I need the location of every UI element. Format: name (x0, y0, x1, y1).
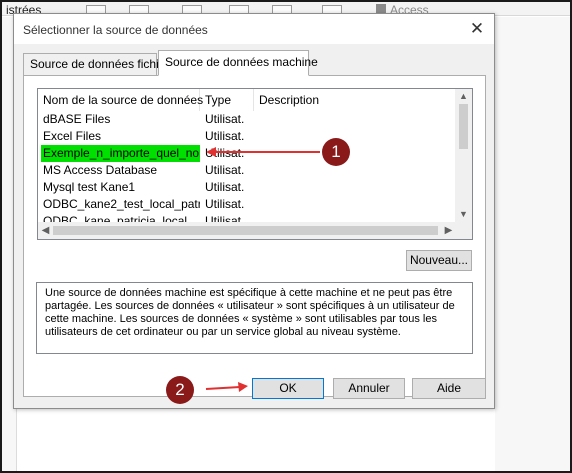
arrow-1-icon (206, 147, 320, 157)
arrow-2-icon (205, 382, 248, 392)
annotation-badge-1: 1 (322, 138, 350, 166)
annotation-badge-2: 2 (166, 376, 194, 404)
annotation-arrows (205, 147, 320, 392)
